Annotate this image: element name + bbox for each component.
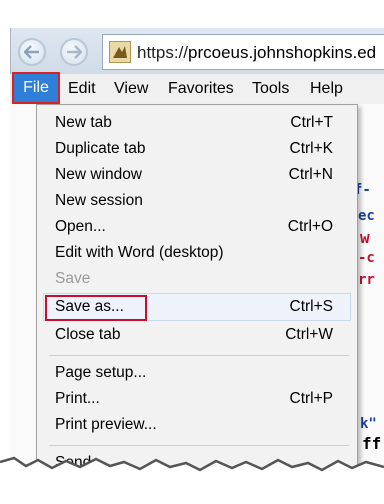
menu-item-open[interactable]: Open... Ctrl+O bbox=[37, 215, 357, 241]
menu-item-shortcut: Ctrl+W bbox=[285, 326, 333, 343]
menu-item-shortcut: Ctrl+T bbox=[290, 114, 333, 131]
menu-item-save: Save bbox=[37, 267, 357, 293]
menu-item-shortcut: Ctrl+P bbox=[289, 390, 334, 407]
menu-item-duplicate-tab[interactable]: Duplicate tab Ctrl+K bbox=[37, 137, 357, 163]
torn-edge-decoration bbox=[0, 456, 384, 504]
menu-item-label: Edit with Word (desktop) bbox=[55, 244, 224, 261]
menu-item-new-tab[interactable]: New tab Ctrl+T bbox=[37, 111, 357, 137]
url-prefix: https:// bbox=[137, 43, 189, 62]
menu-item-shortcut: Ctrl+S bbox=[289, 298, 334, 315]
menu-item-label: Close tab bbox=[55, 326, 121, 343]
screenshot-frame: https://prcoeus.johnshopkins.ed Edit Vie… bbox=[0, 0, 384, 504]
page-fragment: k" bbox=[360, 416, 377, 432]
page-fragment: w bbox=[360, 228, 370, 247]
address-url: https://prcoeus.johnshopkins.ed bbox=[137, 43, 376, 63]
menu-edit[interactable]: Edit bbox=[68, 80, 96, 98]
arrow-left-icon bbox=[24, 45, 39, 59]
menu-item-label: Print preview... bbox=[55, 416, 157, 433]
site-favicon-icon bbox=[109, 41, 131, 63]
page-fragment: ec bbox=[358, 208, 375, 224]
menu-item-label: New session bbox=[55, 192, 143, 209]
menu-item-print[interactable]: Print... Ctrl+P bbox=[37, 387, 357, 413]
menu-item-label: New tab bbox=[55, 114, 112, 131]
menu-item-label: Print... bbox=[55, 390, 100, 407]
menu-view[interactable]: View bbox=[114, 80, 148, 98]
menu-file[interactable]: File bbox=[12, 72, 60, 104]
menu-item-label: Save bbox=[55, 270, 91, 287]
menu-item-print-preview[interactable]: Print preview... bbox=[37, 413, 357, 439]
menu-item-shortcut: Ctrl+K bbox=[289, 140, 334, 157]
menu-help[interactable]: Help bbox=[310, 80, 343, 98]
address-bar[interactable]: https://prcoeus.johnshopkins.ed bbox=[102, 34, 384, 70]
url-host: prcoeus.johnshopkins.ed bbox=[188, 43, 377, 62]
menu-item-label: Duplicate tab bbox=[55, 140, 146, 157]
menu-item-label: Page setup... bbox=[55, 364, 147, 381]
menu-item-edit-with-word[interactable]: Edit with Word (desktop) bbox=[37, 241, 357, 267]
menu-item-label: Open... bbox=[55, 218, 106, 235]
arrow-right-icon bbox=[67, 45, 82, 59]
back-button[interactable] bbox=[18, 38, 46, 66]
menu-favorites[interactable]: Favorites bbox=[168, 80, 234, 98]
page-fragment: -c bbox=[358, 250, 375, 266]
forward-button[interactable] bbox=[60, 38, 88, 66]
menu-item-shortcut: Ctrl+N bbox=[288, 166, 333, 183]
menu-item-label: New window bbox=[55, 166, 143, 183]
menu-item-shortcut: Ctrl+O bbox=[287, 218, 333, 235]
page-fragment: rr bbox=[358, 272, 375, 288]
menu-item-new-session[interactable]: New session bbox=[37, 189, 357, 215]
menu-item-close-tab[interactable]: Close tab Ctrl+W bbox=[37, 323, 357, 349]
menu-tools[interactable]: Tools bbox=[252, 80, 289, 98]
save-as-callout-box bbox=[45, 295, 147, 321]
menu-item-new-window[interactable]: New window Ctrl+N bbox=[37, 163, 357, 189]
menu-bar: Edit View Favorites Tools Help bbox=[10, 74, 384, 105]
menu-separator bbox=[49, 355, 349, 356]
menu-item-page-setup[interactable]: Page setup... bbox=[37, 361, 357, 387]
